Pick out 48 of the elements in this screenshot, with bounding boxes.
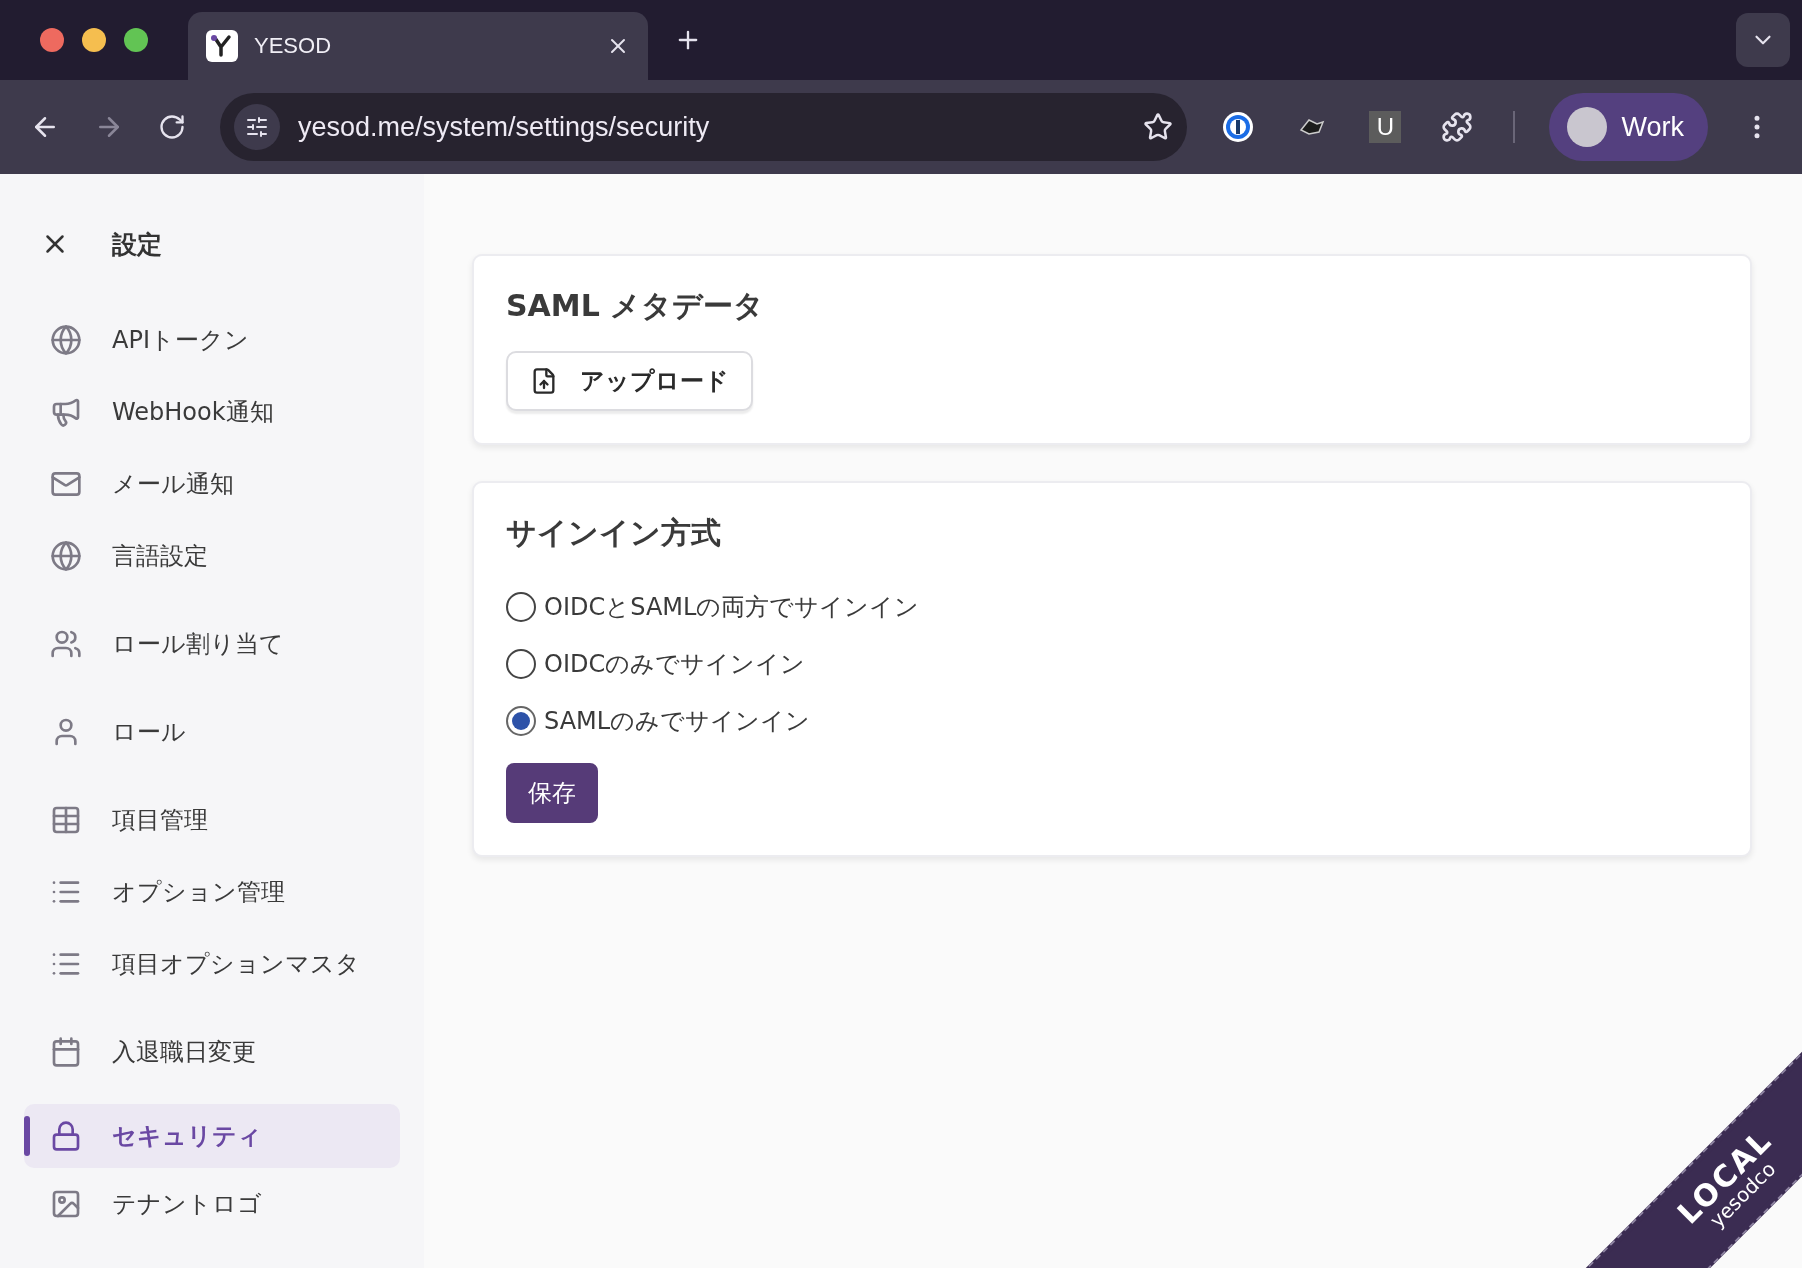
radio-option[interactable]: OIDCとSAMLの両方でサインイン (506, 578, 920, 635)
radio-button[interactable] (506, 591, 536, 622)
radio-option[interactable]: SAMLのみでサインイン (506, 692, 811, 749)
lock-icon (50, 1120, 82, 1152)
radio-button[interactable] (506, 648, 536, 679)
profile-button[interactable]: Work (1549, 93, 1708, 161)
sidebar-item[interactable]: 言語設定 (24, 520, 400, 592)
extension-letter-icon[interactable]: U (1369, 111, 1402, 143)
bookmark-star-icon[interactable] (1143, 112, 1174, 142)
extensions-puzzle-icon[interactable] (1441, 111, 1474, 143)
browser-tab[interactable]: YESOD (188, 12, 648, 80)
globe-icon (50, 324, 82, 356)
sidebar-item[interactable]: セキュリティ (24, 1104, 400, 1168)
tab-list-button[interactable] (1736, 13, 1790, 67)
globe-icon (50, 540, 82, 572)
tab-title: YESOD (254, 33, 333, 59)
megaphone-icon (50, 396, 82, 428)
sidebar-title: 設定 (112, 228, 162, 261)
close-window-icon[interactable] (40, 28, 64, 52)
save-button[interactable]: 保存 (506, 763, 598, 823)
radio-option[interactable]: OIDCのみでサインイン (506, 635, 806, 692)
sidebar-item[interactable]: APIトークン (24, 304, 400, 376)
table-icon (50, 804, 82, 836)
maximize-window-icon[interactable] (124, 28, 148, 52)
upload-button[interactable]: アップロード (506, 351, 753, 411)
sidebar-item[interactable]: オプション管理 (24, 856, 400, 928)
reload-icon[interactable] (158, 113, 186, 141)
sidebar-item[interactable]: ロール割り当て (24, 608, 400, 680)
sidebar-item[interactable]: 項目管理 (24, 784, 400, 856)
image-icon (50, 1188, 82, 1220)
sidebar-item[interactable]: 項目オプションマスタ (24, 928, 400, 1000)
sidebar-item[interactable]: メール通知 (24, 448, 400, 520)
minimize-window-icon[interactable] (82, 28, 106, 52)
url-text: yesod.me/system/settings/security (298, 111, 711, 143)
app-logo-icon (206, 30, 238, 62)
sidebar-item[interactable]: テナントロゴ (24, 1168, 400, 1240)
password-manager-icon[interactable] (1221, 110, 1256, 144)
calendar-icon (50, 1036, 82, 1068)
sidebar-item[interactable]: ロール (24, 696, 400, 768)
avatar-icon (1567, 107, 1608, 147)
radio-button[interactable] (506, 705, 536, 736)
card-title: サインイン方式 (506, 514, 721, 552)
card-title: SAML メタデータ (506, 287, 765, 325)
users-icon (50, 628, 82, 660)
site-settings-icon[interactable] (234, 104, 280, 150)
sidebar-item[interactable]: WebHook通知 (24, 376, 400, 448)
address-bar[interactable]: yesod.me/system/settings/security (220, 93, 1188, 161)
sidebar-item[interactable]: 入退職日変更 (24, 1016, 400, 1088)
